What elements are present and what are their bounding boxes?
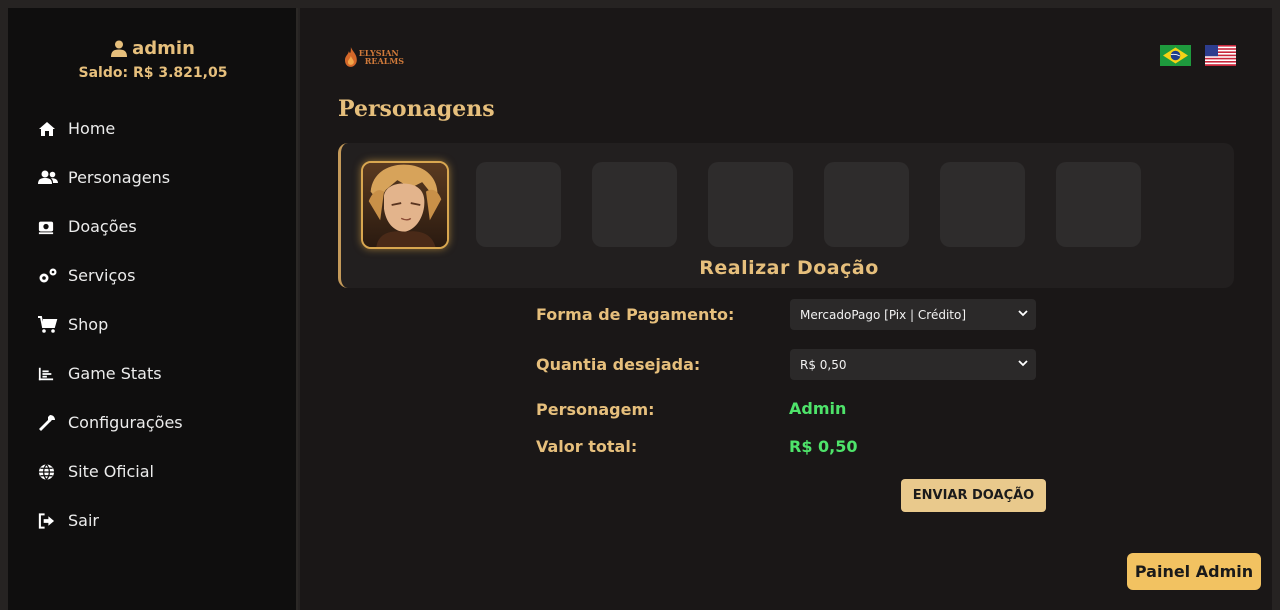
page-title: Personagens [338, 96, 495, 122]
sidebar-item-servicos[interactable]: Serviços [8, 251, 298, 300]
users-icon [38, 169, 68, 187]
wrench-icon [38, 414, 68, 432]
gears-icon [38, 267, 68, 285]
sidebar-item-label: Configurações [68, 413, 183, 432]
total-value: R$ 0,50 [789, 437, 858, 456]
user-icon [111, 40, 128, 57]
payment-method-label: Forma de Pagamento: [536, 305, 735, 324]
user-name: admin [8, 38, 298, 59]
character-slot-empty[interactable] [940, 162, 1025, 247]
sidebar-item-label: Personagens [68, 168, 171, 187]
sidebar-item-label: Home [68, 119, 116, 138]
amount-label: Quantia desejada: [536, 355, 701, 374]
character-portrait [363, 163, 447, 247]
characters-panel: Realizar Doação [338, 143, 1234, 288]
chevron-down-icon [1018, 310, 1028, 317]
sidebar-nav: Home Personagens Doações Serviços Shop G… [8, 104, 298, 545]
chevron-down-icon [1018, 360, 1028, 367]
panel-heading: Realizar Doação [699, 257, 879, 279]
character-slot-active[interactable] [361, 161, 449, 249]
sidebar-item-site-oficial[interactable]: Site Oficial [8, 447, 298, 496]
character-value: Admin [789, 399, 847, 418]
sidebar-item-label: Site Oficial [68, 462, 154, 481]
logo-line-2: REALMS [364, 56, 404, 66]
sidebar-item-doacoes[interactable]: Doações [8, 202, 298, 251]
character-slot-empty[interactable] [476, 162, 561, 247]
sidebar-item-label: Doações [68, 217, 137, 236]
send-donation-button[interactable]: ENVIAR DOAÇÃO [901, 479, 1046, 512]
character-slot-empty[interactable] [1056, 162, 1141, 247]
character-slot-empty[interactable] [592, 162, 677, 247]
admin-panel-button[interactable]: Painel Admin [1127, 553, 1261, 590]
usa-flag-icon[interactable] [1205, 45, 1236, 66]
user-block: admin Saldo: R$ 3.821,05 [8, 38, 298, 81]
sidebar-item-label: Shop [68, 315, 109, 334]
total-label: Valor total: [536, 437, 638, 456]
cart-icon [38, 315, 68, 334]
character-slot-empty[interactable] [824, 162, 909, 247]
logout-icon [38, 512, 68, 530]
sidebar-item-game-stats[interactable]: Game Stats [8, 349, 298, 398]
logo[interactable]: ELYSIAN REALMS [344, 45, 404, 69]
app-frame: admin Saldo: R$ 3.821,05 Home Personagen… [0, 0, 1280, 610]
flame-icon [344, 47, 357, 67]
language-switcher [1160, 45, 1236, 66]
logo-text: ELYSIAN REALMS [359, 49, 404, 65]
chart-icon [38, 365, 68, 383]
character-slot-empty[interactable] [708, 162, 793, 247]
globe-icon [38, 463, 68, 481]
home-icon [38, 120, 68, 138]
brazil-flag-icon[interactable] [1160, 45, 1191, 66]
user-balance: Saldo: R$ 3.821,05 [78, 65, 228, 81]
payment-method-value: MercadoPago [Pix | Crédito] [800, 307, 967, 322]
sidebar: admin Saldo: R$ 3.821,05 Home Personagen… [8, 8, 298, 610]
main-content: ELYSIAN REALMS Personagens Realizar Doaç… [300, 8, 1272, 610]
sidebar-item-configuracoes[interactable]: Configurações [8, 398, 298, 447]
amount-value: R$ 0,50 [800, 357, 847, 372]
sidebar-item-label: Serviços [68, 266, 136, 285]
sidebar-item-label: Sair [68, 511, 99, 530]
sidebar-item-home[interactable]: Home [8, 104, 298, 153]
payment-method-select[interactable]: MercadoPago [Pix | Crédito] [790, 299, 1036, 330]
user-name-label: admin [132, 38, 195, 59]
sidebar-item-sair[interactable]: Sair [8, 496, 298, 545]
sidebar-item-label: Game Stats [68, 364, 162, 383]
sidebar-item-shop[interactable]: Shop [8, 300, 298, 349]
sidebar-item-personagens[interactable]: Personagens [8, 153, 298, 202]
money-icon [38, 218, 68, 236]
character-label: Personagem: [536, 400, 655, 419]
amount-select[interactable]: R$ 0,50 [790, 349, 1036, 380]
